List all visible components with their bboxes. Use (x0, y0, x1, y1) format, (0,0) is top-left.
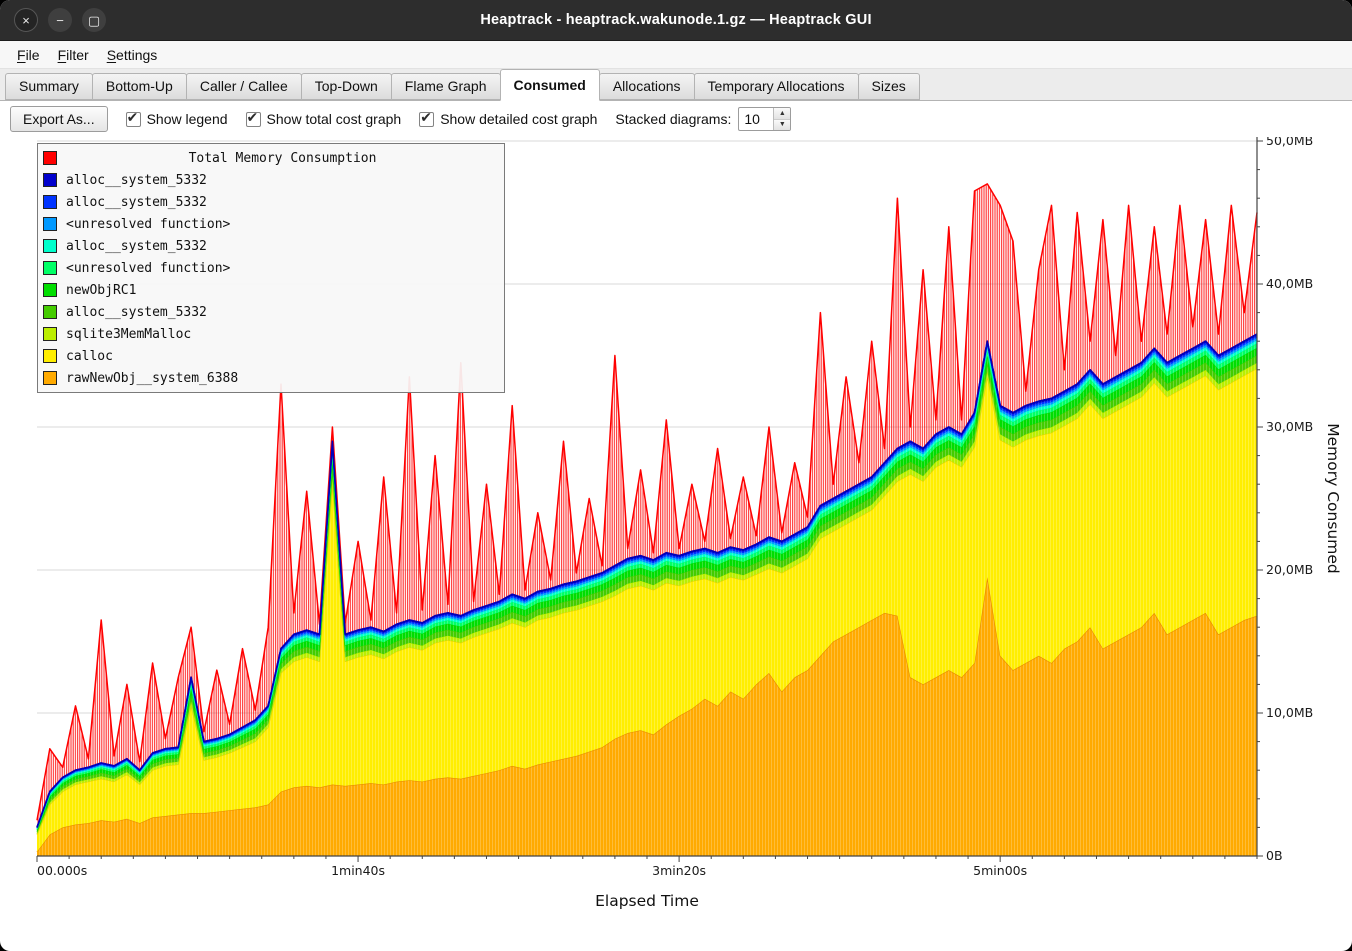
stacked-diagrams-value: 10 (739, 108, 773, 130)
legend-swatch (43, 195, 57, 209)
legend-label: alloc__system_5332 (66, 195, 207, 210)
legend-swatch (43, 349, 57, 363)
chart-toolbar: Export As... ✔ Show legend ✔ Show total cos… (0, 101, 1352, 137)
x-tick-label: 5min00s (973, 863, 1027, 878)
tab-summary[interactable]: Summary (5, 73, 93, 100)
menu-bar: FileFilterSettings (0, 41, 1352, 69)
legend-title-row: Total Memory Consumption (43, 147, 499, 169)
checkbox-box[interactable]: ✔ (246, 112, 261, 127)
legend-item: alloc__system_5332 (43, 169, 499, 191)
checkbox-show-total-cost-graph[interactable]: ✔ Show total cost graph (246, 111, 402, 127)
maximize-icon: ▢ (88, 14, 100, 27)
export-as-button[interactable]: Export As... (10, 106, 108, 132)
legend-item: newObjRC1 (43, 279, 499, 301)
legend-label: calloc (66, 349, 113, 364)
app-window: 00.000s 1min40s 3min20s 5min00s 0B 10,0MB 20,0… (0, 0, 1352, 951)
stacked-diagrams-spinbox[interactable]: 10 ▲ ▼ (738, 107, 791, 131)
legend-item: calloc (43, 345, 499, 367)
legend-label: <unresolved function> (66, 217, 230, 232)
y-tick-label: 40,0MB (1266, 276, 1313, 291)
maximize-button[interactable]: ▢ (82, 8, 106, 32)
spinbox-arrows: ▲ ▼ (773, 108, 790, 130)
spin-up-icon[interactable]: ▲ (774, 108, 790, 120)
close-button[interactable]: × (14, 8, 38, 32)
legend-item: alloc__system_5332 (43, 191, 499, 213)
minimize-icon: − (56, 14, 64, 27)
y-tick-label: 0B (1266, 848, 1283, 863)
legend-swatch (43, 283, 57, 297)
title-bar[interactable]: × − ▢ Heaptrack - heaptrack.wakunode.1.gz … (0, 0, 1352, 41)
legend-swatch (43, 261, 57, 275)
legend-item: sqlite3MemMalloc (43, 323, 499, 345)
legend-title: Total Memory Consumption (66, 151, 499, 166)
legend-item: <unresolved function> (43, 257, 499, 279)
checkbox-group: ✔ Show legend ✔ Show total cost graph ✔ Show … (126, 111, 598, 127)
x-tick-label: 00.000s (37, 863, 87, 878)
checkbox-box[interactable]: ✔ (419, 112, 434, 127)
checkbox-label: Show total cost graph (267, 111, 402, 127)
legend-swatch (43, 371, 57, 385)
x-axis-title: Elapsed Time (595, 892, 699, 910)
tab-allocations[interactable]: Allocations (599, 73, 695, 100)
check-icon: ✔ (127, 109, 139, 126)
tab-sizes[interactable]: Sizes (858, 73, 920, 100)
tab-consumed[interactable]: Consumed (500, 69, 600, 101)
legend-swatch (43, 151, 57, 165)
stacked-diagrams-label: Stacked diagrams: (615, 111, 731, 127)
legend-swatch (43, 327, 57, 341)
legend-label: sqlite3MemMalloc (66, 327, 191, 342)
chart-legend: Total Memory Consumption alloc__system_53… (37, 143, 505, 393)
tab-temporary-allocations[interactable]: Temporary Allocations (694, 73, 859, 100)
legend-label: alloc__system_5332 (66, 239, 207, 254)
window-title: Heaptrack - heaptrack.wakunode.1.gz — He… (480, 12, 871, 28)
tab-flame-graph[interactable]: Flame Graph (391, 73, 501, 100)
x-tick-label: 3min20s (652, 863, 706, 878)
legend-label: <unresolved function> (66, 261, 230, 276)
tab-top-down[interactable]: Top-Down (301, 73, 392, 100)
legend-label: newObjRC1 (66, 283, 136, 298)
legend-label: alloc__system_5332 (66, 173, 207, 188)
tab-bar: SummaryBottom-UpCaller / CalleeTop-DownF… (0, 69, 1352, 101)
x-tick-label: 1min40s (331, 863, 385, 878)
legend-swatch (43, 173, 57, 187)
tab-caller-callee[interactable]: Caller / Callee (186, 73, 302, 100)
close-icon: × (22, 14, 30, 27)
legend-swatch (43, 217, 57, 231)
checkbox-show-detailed-cost-graph[interactable]: ✔ Show detailed cost graph (419, 111, 597, 127)
y-tick-label: 30,0MB (1266, 419, 1313, 434)
y-tick-label: 20,0MB (1266, 562, 1313, 577)
checkbox-box[interactable]: ✔ (126, 112, 141, 127)
legend-label: rawNewObj__system_6388 (66, 371, 238, 386)
check-icon: ✔ (247, 109, 259, 126)
window-controls: × − ▢ (14, 8, 106, 32)
legend-item: rawNewObj__system_6388 (43, 367, 499, 389)
menu-file[interactable]: File (8, 44, 49, 66)
y-tick-label: 10,0MB (1266, 705, 1313, 720)
spin-down-icon[interactable]: ▼ (774, 120, 790, 131)
menu-filter[interactable]: Filter (49, 44, 98, 66)
legend-swatch (43, 305, 57, 319)
tab-bottom-up[interactable]: Bottom-Up (92, 73, 187, 100)
stacked-diagrams-control: Stacked diagrams: 10 ▲ ▼ (615, 107, 791, 131)
checkbox-label: Show legend (147, 111, 228, 127)
check-icon: ✔ (420, 109, 432, 126)
y-axis-title: Memory Consumed (1324, 423, 1342, 573)
legend-item: <unresolved function> (43, 213, 499, 235)
legend-item: alloc__system_5332 (43, 235, 499, 257)
legend-swatch (43, 239, 57, 253)
menu-settings[interactable]: Settings (98, 44, 167, 66)
checkbox-show-legend[interactable]: ✔ Show legend (126, 111, 228, 127)
legend-item: alloc__system_5332 (43, 301, 499, 323)
legend-label: alloc__system_5332 (66, 305, 207, 320)
checkbox-label: Show detailed cost graph (440, 111, 597, 127)
minimize-button[interactable]: − (48, 8, 72, 32)
